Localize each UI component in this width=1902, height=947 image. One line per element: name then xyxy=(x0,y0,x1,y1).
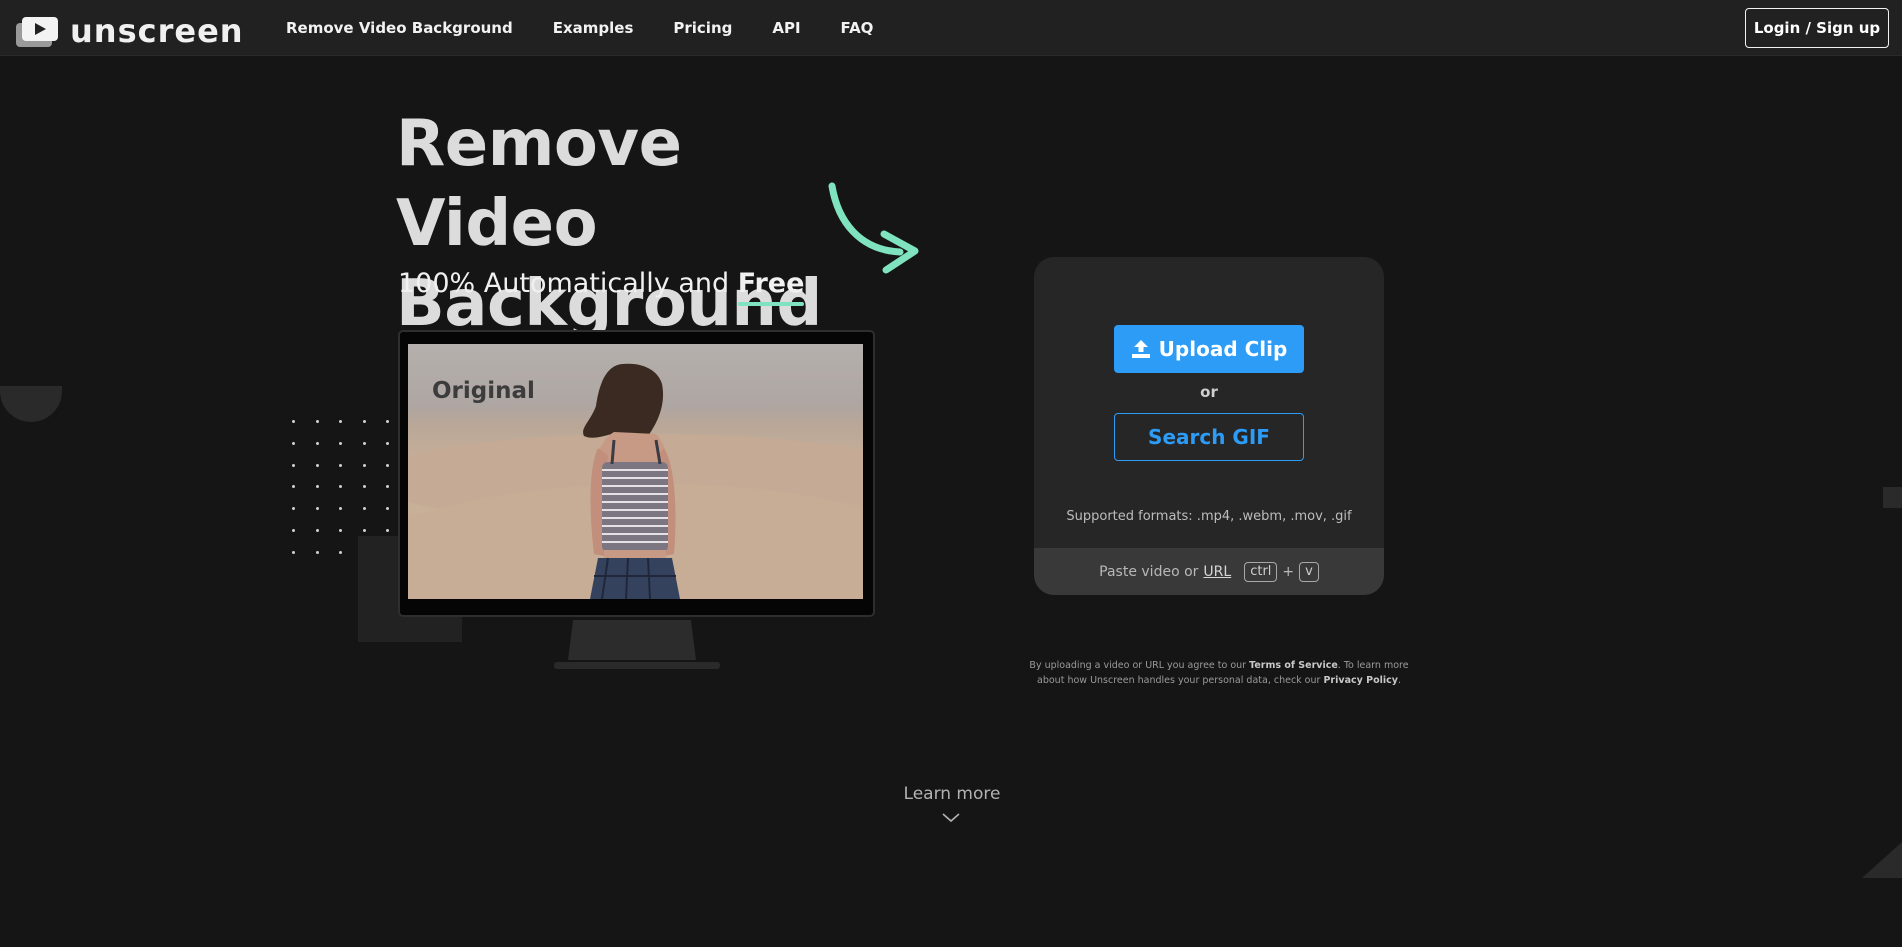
upload-card: Upload Clip or Search GIF Supported form… xyxy=(1034,257,1384,595)
decorative-dot-grid xyxy=(292,420,410,554)
nav-link-remove-video-background[interactable]: Remove Video Background xyxy=(286,19,513,37)
hero-subtitle-prefix: 100% Automatically and xyxy=(398,268,730,299)
logo-text: unscreen xyxy=(70,12,244,50)
paste-url-link[interactable]: URL xyxy=(1203,564,1231,580)
privacy-policy-link[interactable]: Privacy Policy xyxy=(1323,675,1397,686)
nav-link-api[interactable]: API xyxy=(772,19,800,37)
or-separator: or xyxy=(1200,383,1218,401)
curved-arrow-icon xyxy=(828,182,919,274)
original-label: Original xyxy=(432,378,535,404)
search-gif-button[interactable]: Search GIF xyxy=(1114,413,1304,461)
decorative-corner-triangle xyxy=(1862,842,1902,878)
hero-subtitle: 100% Automatically and Free xyxy=(398,268,805,306)
paste-prefix: Paste video or xyxy=(1099,563,1199,580)
legal-notice: By uploading a video or URL you agree to… xyxy=(1029,660,1409,686)
upload-clip-label: Upload Clip xyxy=(1158,337,1288,361)
nav-link-pricing[interactable]: Pricing xyxy=(673,19,732,37)
decorative-half-circle xyxy=(0,386,62,422)
logo-mark xyxy=(16,15,58,47)
paste-bar: Paste video or URL ctrl + v xyxy=(1034,548,1384,595)
kbd-ctrl: ctrl xyxy=(1244,561,1278,582)
nav-link-faq[interactable]: FAQ xyxy=(841,19,874,37)
demo-video-preview: Original xyxy=(408,344,863,599)
kbd-plus: + xyxy=(1282,563,1295,580)
login-signup-button[interactable]: Login / Sign up xyxy=(1745,8,1889,48)
learn-more-link[interactable]: Learn more xyxy=(852,784,1052,804)
nav-link-examples[interactable]: Examples xyxy=(553,19,634,37)
hero-subtitle-free: Free xyxy=(737,268,805,306)
nav-links: Remove Video Background Examples Pricing… xyxy=(286,0,913,56)
upload-clip-button[interactable]: Upload Clip xyxy=(1114,325,1304,373)
upload-icon xyxy=(1131,340,1150,358)
monitor-stand xyxy=(568,620,696,660)
play-icon xyxy=(35,23,46,35)
hero-title-line1: Remove Video xyxy=(396,107,682,261)
hero-title: Remove Video Background xyxy=(396,104,896,344)
decorative-edge-tab xyxy=(1883,487,1902,508)
kbd-v: v xyxy=(1299,561,1319,582)
chevron-down-icon[interactable] xyxy=(941,812,961,824)
demo-monitor: Original xyxy=(398,330,875,617)
monitor-stand-base xyxy=(554,662,720,669)
top-navbar: unscreen Remove Video Background Example… xyxy=(0,0,1902,56)
terms-of-service-link[interactable]: Terms of Service xyxy=(1249,660,1338,671)
logo[interactable]: unscreen xyxy=(16,12,244,50)
supported-formats-text: Supported formats: .mp4, .webm, .mov, .g… xyxy=(1066,509,1352,524)
